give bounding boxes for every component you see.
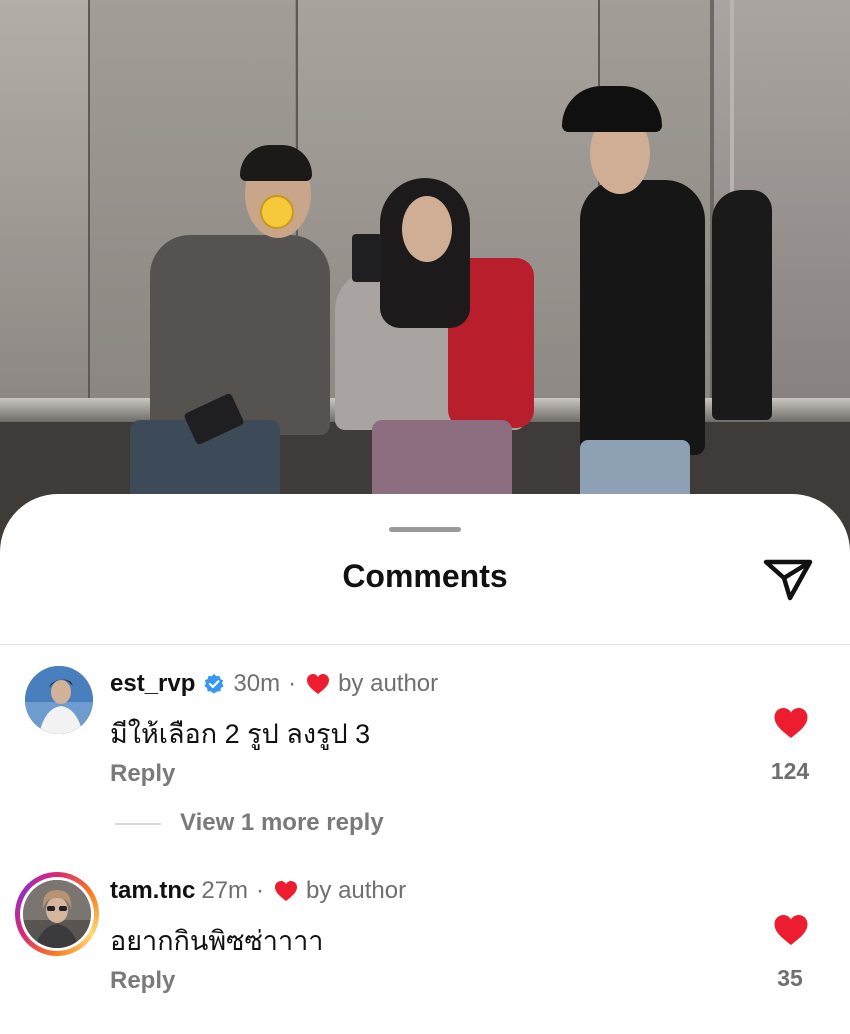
heart-icon xyxy=(275,881,298,901)
liked-by-author-label: by author xyxy=(338,670,439,697)
heart-icon[interactable] xyxy=(773,706,809,740)
paper-plane-icon xyxy=(763,559,813,601)
reply-button[interactable]: Reply xyxy=(110,760,175,788)
comment-username[interactable]: est_rvp xyxy=(110,670,195,698)
heart-icon[interactable] xyxy=(773,913,809,947)
comment-username[interactable]: tam.tnc xyxy=(110,877,195,905)
like-count: 35 xyxy=(777,965,803,991)
story-ring[interactable] xyxy=(15,872,99,956)
reply-button[interactable]: Reply xyxy=(110,967,175,995)
avatar-image xyxy=(23,880,91,948)
view-more-replies-button[interactable]: View 1 more reply xyxy=(180,809,384,837)
comments-sheet: Comments est_rvp 30m · by author มีให้เล… xyxy=(0,494,850,1034)
liked-by-author-label: by author xyxy=(306,877,407,904)
drag-handle[interactable] xyxy=(389,527,461,532)
header-divider xyxy=(0,644,850,645)
heart-icon xyxy=(307,674,330,694)
sheet-title: Comments xyxy=(342,558,508,594)
share-button[interactable] xyxy=(762,554,814,604)
separator-dot: · xyxy=(256,877,265,904)
comment-text: มีให้เลือก 2 รูป ลงรูป 3 xyxy=(110,719,371,749)
separator-dot: · xyxy=(288,670,297,697)
verified-badge-icon xyxy=(204,673,225,694)
reply-thread-line xyxy=(115,823,161,825)
avatar xyxy=(23,880,91,948)
like-count: 124 xyxy=(770,758,810,784)
comment-time: 27m xyxy=(201,877,249,904)
post-photo xyxy=(0,0,850,560)
avatar-image xyxy=(25,666,93,734)
comment-time: 30m xyxy=(233,670,281,697)
avatar[interactable] xyxy=(25,666,93,734)
comment-text: อยากกินพิซซ่าาาา xyxy=(110,926,324,956)
